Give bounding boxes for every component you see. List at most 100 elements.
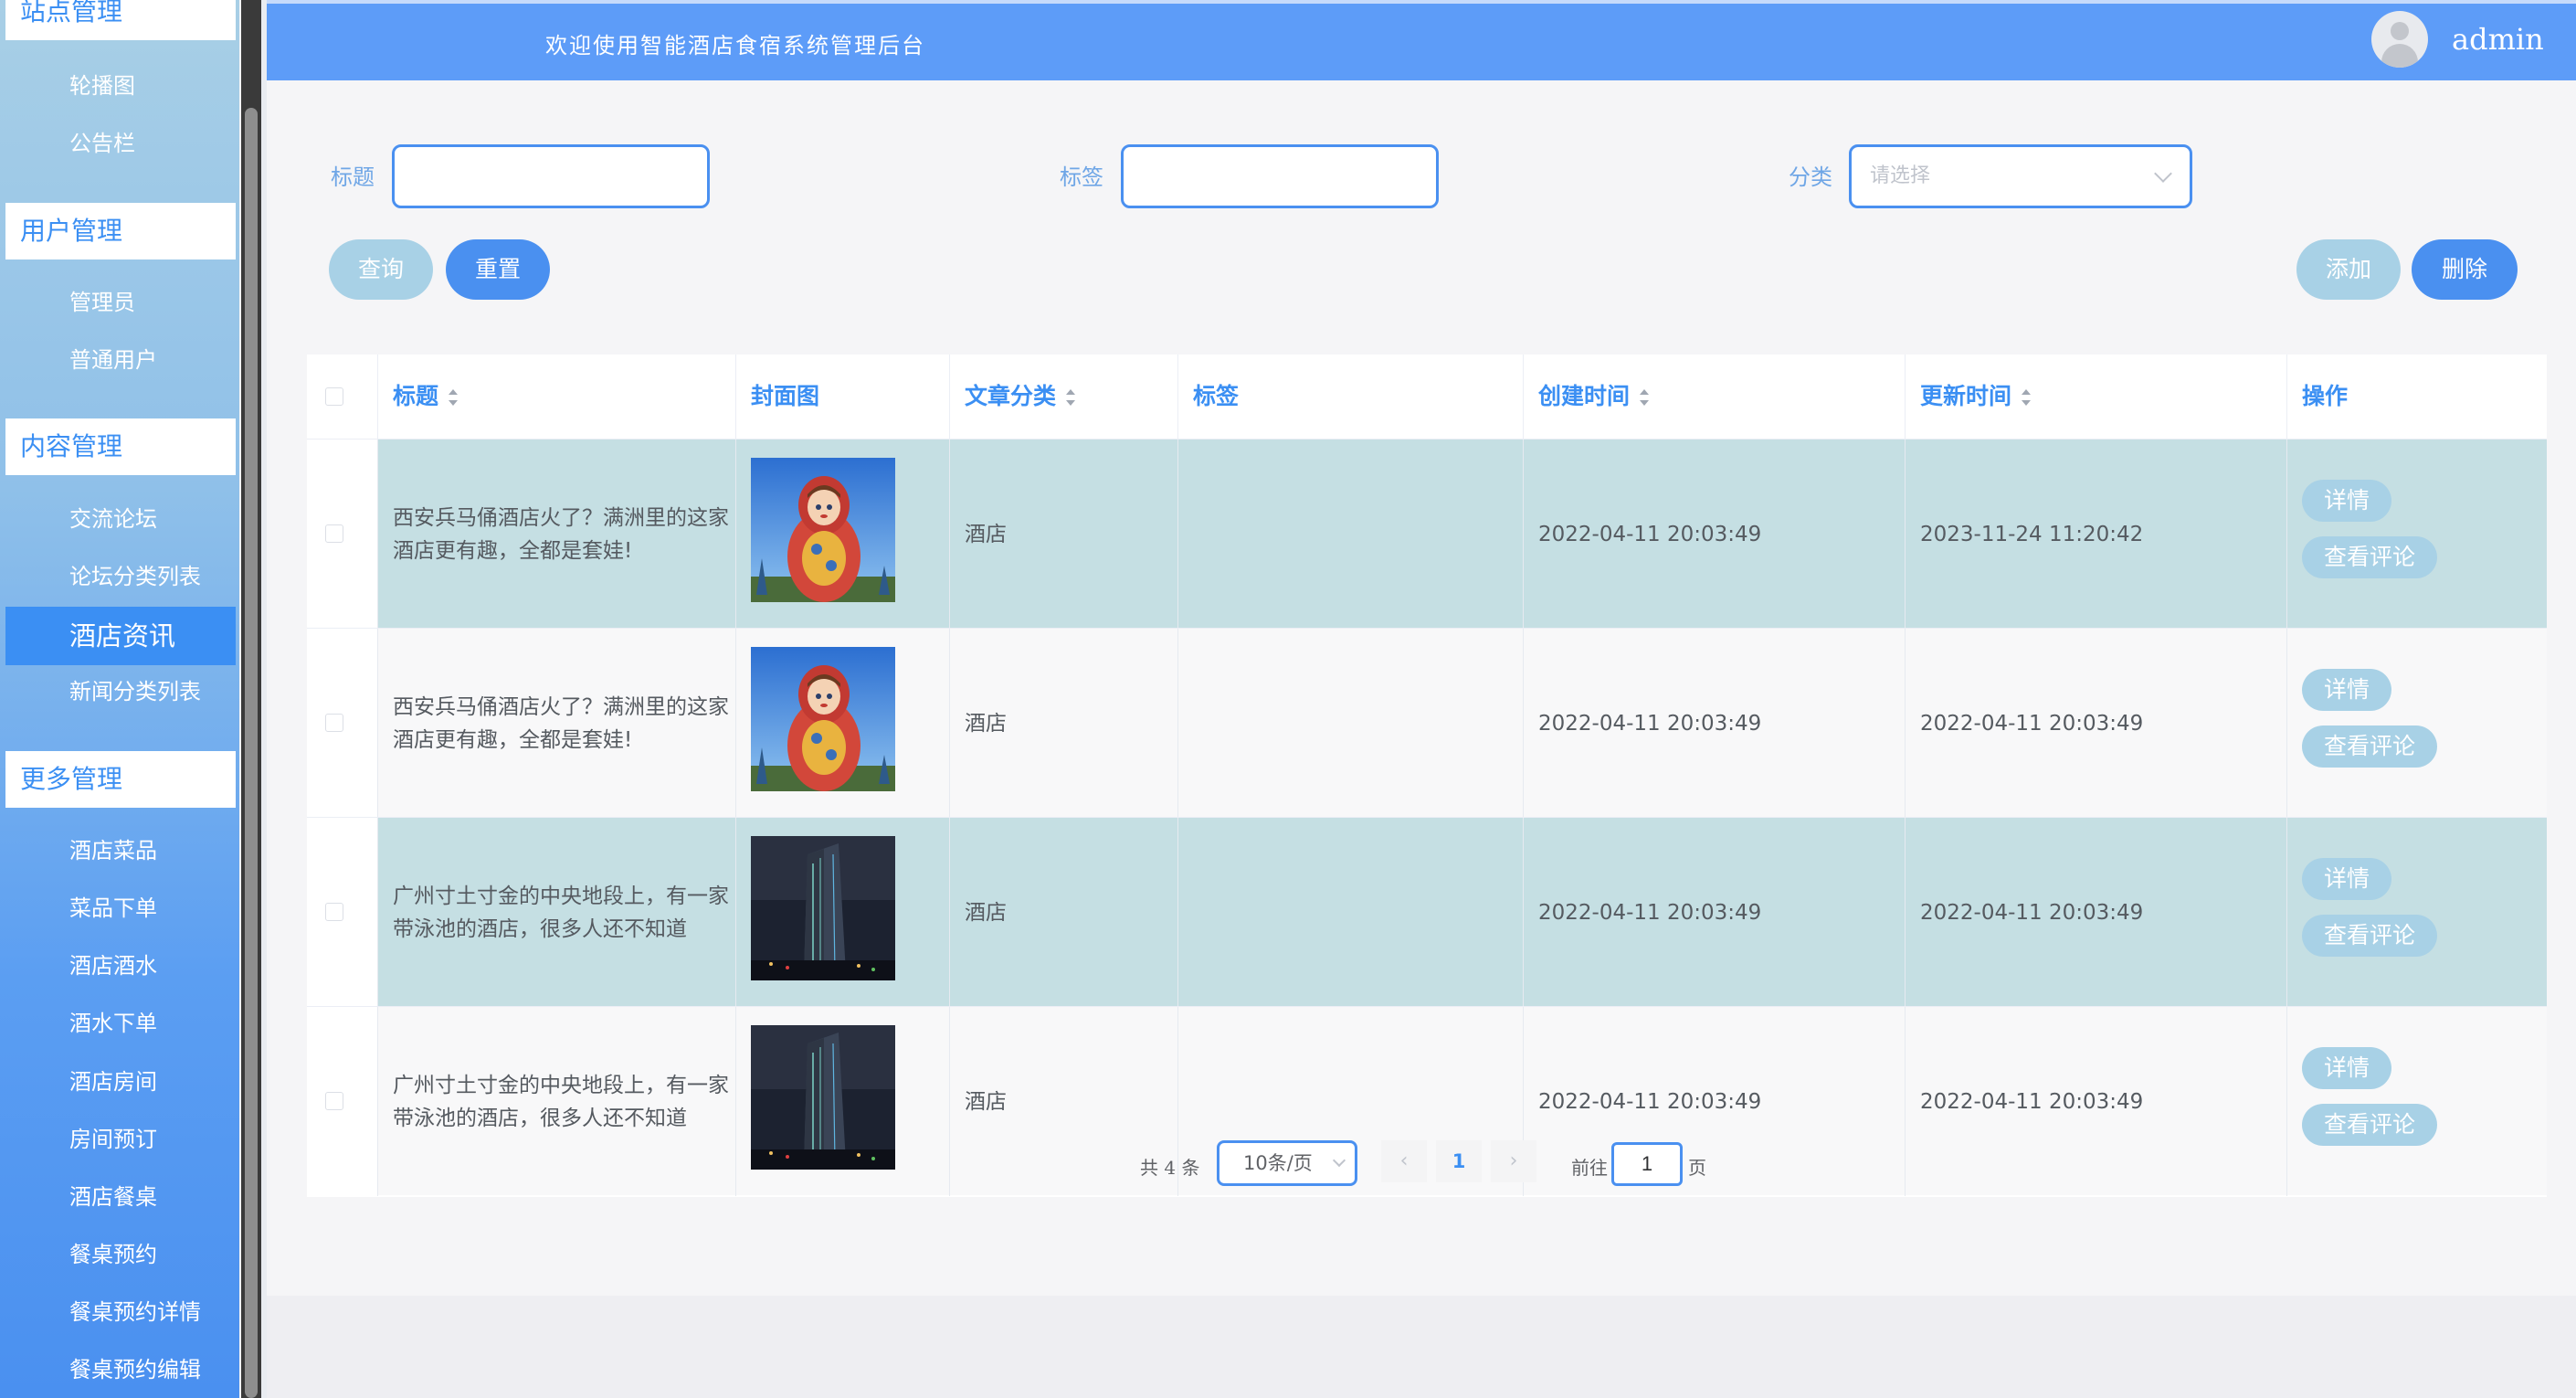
goto-label: 前往 xyxy=(1571,1157,1608,1179)
updated-cell: 2022-04-11 20:03:49 xyxy=(1906,629,2287,818)
menu-group-site[interactable]: 站点管理 xyxy=(5,0,236,40)
menu-item-table-reservation-detail[interactable]: 餐桌预约详情 xyxy=(5,1285,236,1340)
user-avatar-icon[interactable] xyxy=(2371,11,2428,68)
sidebar-scrollbar[interactable] xyxy=(241,0,261,1398)
updated-cell: 2022-04-11 20:03:49 xyxy=(1906,1007,2287,1196)
updated-value: 2022-04-11 20:03:49 xyxy=(1920,1089,2144,1114)
row-checkbox[interactable] xyxy=(325,1092,343,1110)
reset-button[interactable]: 重置 xyxy=(446,239,550,300)
category-cell: 酒店 xyxy=(950,629,1178,818)
tag-cell xyxy=(1178,629,1524,818)
col-header-tag-label: 标签 xyxy=(1193,383,1240,409)
menu-item-drink-orders[interactable]: 酒水下单 xyxy=(5,996,236,1051)
col-header-cover-label: 封面图 xyxy=(751,383,820,409)
user-name[interactable]: admin xyxy=(2452,22,2544,57)
sort-icon[interactable] xyxy=(448,387,459,408)
cover-image-skyscraper[interactable] xyxy=(751,836,895,980)
menu-item-drinks[interactable]: 酒店酒水 xyxy=(5,938,236,993)
sort-icon[interactable] xyxy=(2021,387,2032,408)
detail-button[interactable]: 详情 xyxy=(2302,669,2391,711)
created-cell: 2022-04-11 20:03:49 xyxy=(1524,440,1906,629)
menu-item-table-reservation-edit[interactable]: 餐桌预约编辑 xyxy=(5,1342,236,1397)
header-title: 欢迎使用智能酒店食宿系统管理后台 xyxy=(545,33,925,58)
col-header-ops-label: 操作 xyxy=(2302,383,2349,409)
menu-item-admins[interactable]: 管理员 xyxy=(5,275,236,330)
title-line: 酒店更有趣，全都是套娃! xyxy=(393,538,633,563)
created-value: 2022-04-11 20:03:49 xyxy=(1538,711,1762,736)
col-header-tag: 标签 xyxy=(1178,355,1524,439)
menu-item-users[interactable]: 普通用户 xyxy=(5,333,236,387)
view-comments-button[interactable]: 查看评论 xyxy=(2302,536,2437,578)
menu-item-rooms[interactable]: 酒店房间 xyxy=(5,1054,236,1109)
menu-item-forum-category[interactable]: 论坛分类列表 xyxy=(5,549,236,604)
updated-cell: 2023-11-24 11:20:42 xyxy=(1906,440,2287,629)
col-header-title[interactable]: 标题 xyxy=(378,355,736,439)
menu-group-users[interactable]: 用户管理 xyxy=(5,203,236,259)
row-checkbox[interactable] xyxy=(325,524,343,543)
cover-cell xyxy=(736,1007,950,1196)
category-label: 分类 xyxy=(1789,164,1832,190)
title-input[interactable] xyxy=(392,144,710,208)
title-line: 带泳池的酒店，很多人还不知道 xyxy=(393,916,687,941)
title-cell: 西安兵马俑酒店火了？满洲里的这家 酒店更有趣，全都是套娃! xyxy=(378,629,736,818)
created-cell: 2022-04-11 20:03:49 xyxy=(1524,629,1906,818)
view-comments-button[interactable]: 查看评论 xyxy=(2302,725,2437,768)
detail-button[interactable]: 详情 xyxy=(2302,858,2391,900)
sort-icon[interactable] xyxy=(1639,387,1650,408)
col-header-created[interactable]: 创建时间 xyxy=(1524,355,1906,439)
menu-item-carousel[interactable]: 轮播图 xyxy=(5,58,236,113)
updated-value: 2022-04-11 20:03:49 xyxy=(1920,900,2144,925)
title-line: 酒店更有趣，全都是套娃! xyxy=(393,727,633,752)
add-button[interactable]: 添加 xyxy=(2296,239,2401,300)
table-row: 广州寸土寸金的中央地段上，有一家 带泳池的酒店，很多人还不知道 酒店 2022-… xyxy=(307,1006,2547,1196)
detail-button[interactable]: 详情 xyxy=(2302,480,2391,522)
menu-group-content[interactable]: 内容管理 xyxy=(5,418,236,475)
ops-cell: 详情 查看评论 xyxy=(2287,440,2547,629)
query-button[interactable]: 查询 xyxy=(329,239,433,300)
ops-cell: 详情 查看评论 xyxy=(2287,818,2547,1007)
menu-item-hotel-news[interactable]: 酒店资讯 xyxy=(5,607,236,665)
updated-cell: 2022-04-11 20:03:49 xyxy=(1906,818,2287,1007)
menu-item-dishes[interactable]: 酒店菜品 xyxy=(5,823,236,878)
menu-item-news-category[interactable]: 新闻分类列表 xyxy=(5,664,236,719)
cover-image-matryoshka[interactable] xyxy=(751,647,895,791)
title-line: 带泳池的酒店，很多人还不知道 xyxy=(393,1106,687,1130)
tag-input[interactable] xyxy=(1121,144,1439,208)
next-page-button[interactable]: › xyxy=(1491,1140,1536,1182)
row-checkbox[interactable] xyxy=(325,903,343,921)
row-checkbox-cell xyxy=(307,818,378,1007)
prev-page-button[interactable]: ‹ xyxy=(1381,1140,1427,1182)
created-value: 2022-04-11 20:03:49 xyxy=(1538,522,1762,546)
view-comments-button[interactable]: 查看评论 xyxy=(2302,1104,2437,1146)
col-header-updated[interactable]: 更新时间 xyxy=(1906,355,2287,439)
title-line: 西安兵马俑酒店火了？满洲里的这家 xyxy=(393,505,729,530)
menu-item-table-reservation[interactable]: 餐桌预约 xyxy=(5,1227,236,1282)
view-comments-button[interactable]: 查看评论 xyxy=(2302,915,2437,957)
cover-image-skyscraper[interactable] xyxy=(751,1025,895,1170)
select-all-checkbox[interactable] xyxy=(325,387,343,406)
page-size-value: 10条/页 xyxy=(1243,1152,1313,1174)
col-header-category[interactable]: 文章分类 xyxy=(950,355,1178,439)
category-select[interactable]: 请选择 xyxy=(1849,144,2192,208)
footer-area xyxy=(267,1296,2576,1398)
page-number-button[interactable]: 1 xyxy=(1436,1140,1482,1182)
row-checkbox[interactable] xyxy=(325,714,343,732)
cover-image-matryoshka[interactable] xyxy=(751,458,895,602)
delete-button[interactable]: 删除 xyxy=(2412,239,2518,300)
menu-group-more[interactable]: 更多管理 xyxy=(5,751,236,808)
menu-item-tables[interactable]: 酒店餐桌 xyxy=(5,1170,236,1224)
menu-item-notice[interactable]: 公告栏 xyxy=(5,116,236,171)
detail-button[interactable]: 详情 xyxy=(2302,1047,2391,1089)
goto-page-input[interactable] xyxy=(1611,1142,1683,1186)
main-content: 标题 标签 分类 请选择 查询 重置 添加 删除 标题 封面图 文章分类 标签 … xyxy=(267,80,2576,1296)
title-cell: 广州寸土寸金的中央地段上，有一家 带泳池的酒店，很多人还不知道 xyxy=(378,818,736,1007)
page-size-select[interactable]: 10条/页 xyxy=(1217,1140,1357,1186)
tag-label: 标签 xyxy=(1060,164,1103,190)
menu-item-forum[interactable]: 交流论坛 xyxy=(5,492,236,546)
menu-item-room-booking[interactable]: 房间预订 xyxy=(5,1112,236,1167)
scrollbar-thumb[interactable] xyxy=(245,108,258,1398)
sort-icon[interactable] xyxy=(1065,387,1076,408)
category-value: 酒店 xyxy=(965,900,1007,925)
menu-item-dish-orders[interactable]: 菜品下单 xyxy=(5,881,236,936)
title-cell: 西安兵马俑酒店火了？满洲里的这家 酒店更有趣，全都是套娃! xyxy=(378,440,736,629)
